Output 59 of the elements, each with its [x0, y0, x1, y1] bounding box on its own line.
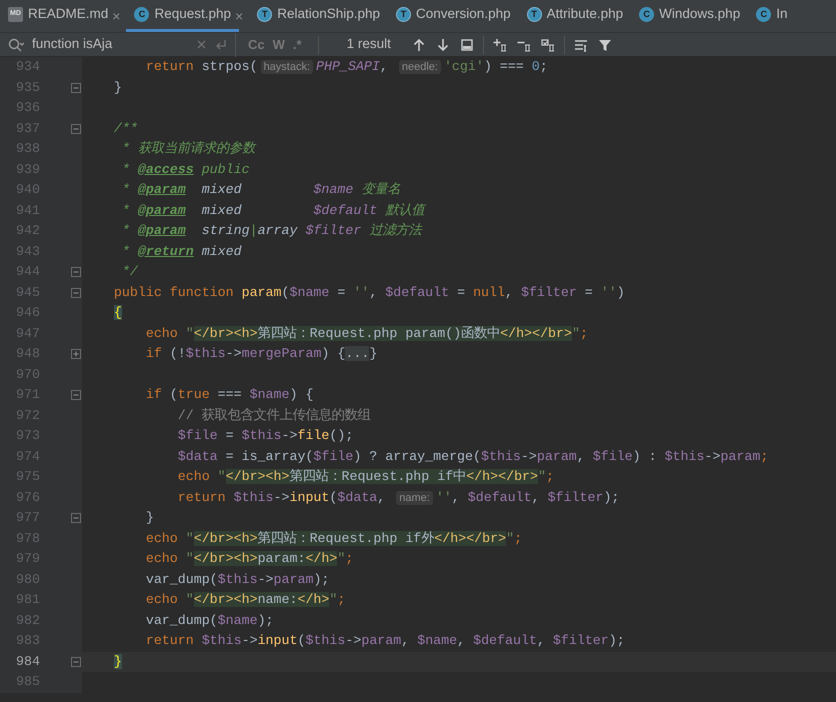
code-line: var_dump($this->param);: [144, 570, 330, 588]
code-line: /**: [112, 120, 138, 138]
collapse-icon[interactable]: [71, 124, 81, 134]
file-type-icon: T: [257, 7, 272, 22]
code-line: */: [120, 263, 138, 281]
collapse-icon[interactable]: [71, 513, 81, 524]
code-line: return $this->input($this->param, $name, $default, $filter);: [144, 632, 625, 650]
line-number: 984: [15, 652, 40, 670]
code-line: }: [144, 509, 154, 527]
close-tab-button[interactable]: ×: [110, 0, 122, 32]
file-type-icon: C: [756, 7, 772, 22]
file-type-icon: C: [639, 7, 654, 22]
code-line: // 获取包含文件上传信息的数组: [176, 406, 371, 424]
file-tab[interactable]: C In: [748, 0, 796, 32]
file-tab[interactable]: T Attribute.php: [518, 0, 632, 32]
window-icon: [460, 38, 474, 52]
code-line: var_dump($name);: [144, 612, 274, 630]
code-line: * @return mixed: [120, 242, 242, 260]
code-line: $data = is_array($file) ? array_merge($this->param, $file) : $this->param;: [176, 448, 768, 466]
newline-icon[interactable]: [214, 38, 227, 50]
code-line: * @param string|array $filter 过滤方法: [120, 222, 422, 240]
code-line: echo "</br><h>name:</h>";: [144, 591, 346, 609]
previous-occurrence-icon: [412, 38, 426, 52]
code-line: * 获取当前请求的参数: [120, 140, 255, 158]
add-selection-icon: [492, 38, 507, 52]
collapse-icon[interactable]: [71, 288, 81, 298]
file-type-icon: T: [396, 7, 412, 22]
file-type-icon: C: [134, 7, 150, 22]
code-line: * @param mixed $default 默认值: [120, 202, 424, 220]
code-line: return $this->input($data, name: '', $default, $filter);: [176, 488, 620, 506]
file-type-icon: T: [526, 7, 542, 22]
code-line: if (true === $name) {: [144, 386, 314, 404]
expand-icon[interactable]: [71, 349, 81, 360]
code-line: echo "</br><h>第四站：Request.php param()函数中</h></br>";: [144, 324, 588, 342]
collapse-icon[interactable]: [71, 82, 81, 93]
select-all-icon: [540, 38, 555, 52]
code-line: echo "</br><h>第四站：Request.php if外</h></br>";: [144, 530, 522, 548]
code-line: echo "</br><h>param:</h>";: [144, 550, 354, 568]
code-line: if (!$this->mergeParam) {...}: [144, 345, 378, 363]
collapse-icon[interactable]: [71, 656, 81, 667]
file-tab[interactable]: T RelationShip.php: [249, 0, 388, 32]
list-options-icon: [574, 38, 588, 52]
collapse-icon[interactable]: [71, 390, 81, 400]
code-line: * @param mixed $name 变量名: [120, 181, 400, 199]
filter-icon: [598, 38, 612, 52]
next-occurrence-icon: [436, 38, 450, 52]
result-count: 1 result: [346, 35, 391, 54]
code-line: echo "</br><h>第四站：Request.php if中</h></br>";: [176, 468, 554, 486]
file-tab[interactable]: T Conversion.php: [388, 0, 519, 32]
search-icon: [8, 38, 24, 52]
file-tab[interactable]: C Windows.php: [631, 0, 748, 32]
code-line: * @access public: [120, 160, 250, 178]
code-line: public function param($name = '', $default = null, $filter = ''): [112, 284, 625, 302]
clear-icon[interactable]: [197, 40, 206, 49]
code-line: $file = $this->file();: [176, 427, 354, 445]
code-line: return strpos( haystack: PHP_SAPI, needle: 'cgi') === 0;: [144, 58, 548, 76]
search-field[interactable]: function isAja: [32, 34, 182, 55]
collapse-icon[interactable]: [71, 267, 81, 278]
code-line: }: [112, 78, 122, 96]
